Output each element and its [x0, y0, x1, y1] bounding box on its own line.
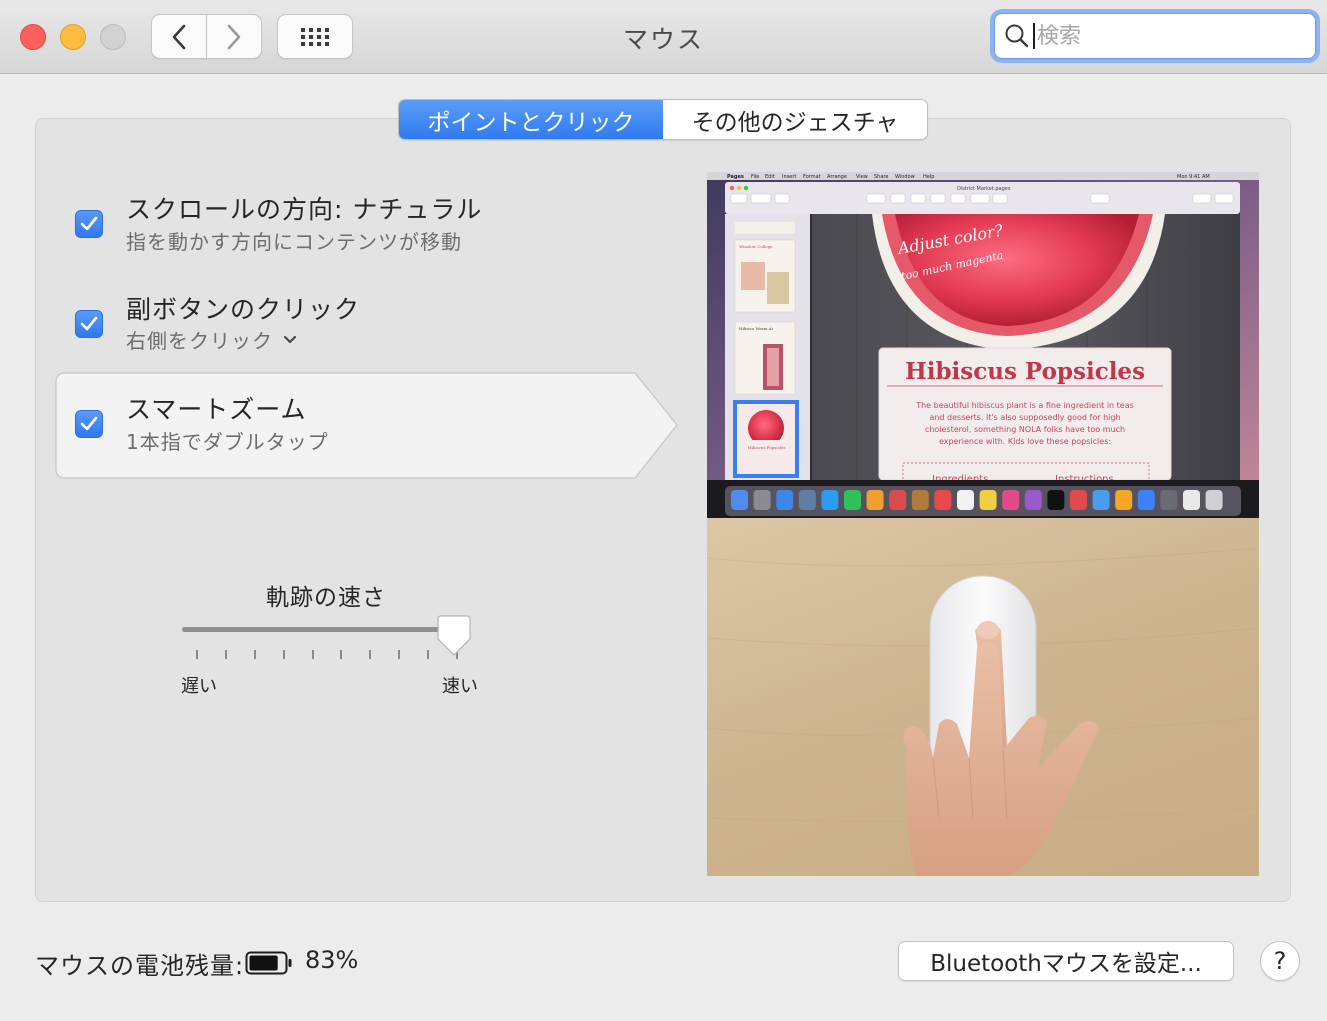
dock-app-icon [1160, 490, 1178, 510]
tracking-speed-tick [253, 650, 256, 659]
preview-screen: Pages File Edit Insert Format Arrange Vi… [707, 172, 1259, 518]
checkmark-icon [80, 316, 98, 331]
tracking-speed-tick [282, 650, 285, 659]
search-icon [1005, 24, 1029, 48]
dock-app-icon [889, 490, 907, 510]
tracking-speed-fill [182, 627, 454, 632]
dock-app-icon [753, 490, 771, 510]
smart-zoom-subtitle: 1本指でダブルタップ [126, 430, 329, 454]
tab-point-and-click[interactable]: ポイントとクリック [399, 100, 663, 139]
dock-app-icon [979, 490, 997, 510]
battery-label: マウスの電池残量: [35, 952, 245, 980]
dock-app-icon [957, 490, 974, 510]
dock-app-icon [1047, 490, 1065, 510]
secondary-click-subtitle: 右側をクリック [126, 329, 273, 353]
setup-bluetooth-mouse-button[interactable]: Bluetoothマウスを設定... [898, 941, 1234, 981]
tracking-speed-max-label: 速い [442, 676, 478, 697]
dock-app-icon [911, 490, 929, 510]
svg-text:Edit: Edit [765, 174, 775, 180]
svg-text:Share: Share [874, 174, 888, 180]
tracking-speed-track[interactable] [182, 627, 468, 632]
svg-text:Hibisco Warm Ai: Hibisco Warm Ai [739, 326, 774, 331]
svg-text:and desserts. It's also suppos: and desserts. It's also supposedly good … [929, 413, 1120, 422]
checkmark-icon [80, 216, 98, 231]
tab-more-gestures[interactable]: その他のジェスチャ [663, 100, 927, 139]
dock-app-icon [1024, 490, 1042, 510]
preview-card-title: Hibiscus Popsicles [905, 358, 1145, 385]
dock-app-icon [1115, 490, 1133, 510]
chevron-down-icon [283, 335, 297, 343]
search-input[interactable] [1037, 23, 1287, 49]
svg-text:Hibiscus Popsicles: Hibiscus Popsicles [748, 445, 786, 450]
dock-app-icon [1070, 490, 1087, 510]
tracking-speed-tick [224, 650, 227, 659]
svg-text:cholesterol, something NOLA fo: cholesterol, something NOLA folks have t… [925, 425, 1125, 434]
svg-text:Arrange: Arrange [827, 174, 847, 180]
tracking-speed-tick [369, 650, 372, 659]
svg-text:District Market.pages: District Market.pages [957, 186, 1011, 192]
search-field[interactable] [990, 9, 1320, 63]
tracking-speed-knob[interactable] [437, 615, 471, 657]
title-bar: マウス [0, 0, 1327, 74]
tracking-speed-tick [196, 650, 198, 659]
svg-text:Format: Format [803, 174, 821, 180]
tracking-speed-tick [398, 650, 401, 659]
dock-app-icon [1092, 490, 1110, 510]
tracking-speed-min-label: 遅い [181, 676, 217, 697]
smart-zoom-title: スマートズーム [126, 395, 307, 424]
tracking-speed-tick [311, 650, 314, 659]
dock-app-icon [866, 490, 884, 510]
svg-text:View: View [856, 174, 868, 180]
svg-text:The beautiful hibiscus plant i: The beautiful hibiscus plant is a fine i… [915, 401, 1134, 410]
dock-app-icon [731, 490, 748, 510]
checkmark-icon [80, 416, 98, 431]
text-caret [1033, 23, 1035, 49]
svg-text:experience with. Kids love the: experience with. Kids love these popsicl… [939, 437, 1111, 446]
preview-menu-app: Pages [727, 174, 744, 180]
tab-bar: ポイントとクリック その他のジェスチャ [398, 99, 928, 140]
tracking-speed-ticks [196, 650, 458, 660]
dock-app-icon [1137, 490, 1155, 510]
gesture-preview: Pages File Edit Insert Format Arrange Vi… [707, 172, 1259, 876]
preview-desk [707, 518, 1259, 876]
scroll-direction-subtitle: 指を動かす方向にコンテンツが移動 [126, 230, 462, 254]
dock-app-icon [844, 490, 861, 510]
dock-app-icon [1183, 490, 1200, 510]
svg-text:File: File [751, 174, 759, 180]
dock-app-icon [1205, 490, 1223, 510]
battery-percent: 83% [305, 946, 359, 974]
scroll-direction-title: スクロールの方向: ナチュラル [126, 195, 483, 224]
tracking-speed-tick [340, 650, 343, 659]
dock-app-icon [776, 490, 794, 510]
tracking-speed-tick [427, 650, 430, 659]
smart-zoom-checkbox[interactable] [75, 410, 103, 438]
help-button[interactable]: ? [1260, 941, 1300, 981]
secondary-click-dropdown[interactable]: 右側をクリック [126, 325, 297, 354]
svg-text:Insert: Insert [782, 174, 796, 180]
svg-text:Mon 9:41 AM: Mon 9:41 AM [1177, 174, 1210, 180]
svg-text:Winslow College: Winslow College [739, 244, 773, 249]
battery-icon [245, 951, 292, 975]
svg-text:Help: Help [923, 174, 934, 180]
secondary-click-title: 副ボタンのクリック [126, 295, 361, 324]
secondary-click-checkbox[interactable] [75, 310, 103, 338]
svg-text:Window: Window [895, 174, 915, 180]
dock-app-icon [821, 490, 839, 510]
dock-app-icon [798, 490, 816, 510]
dock-app-icon [1002, 490, 1020, 510]
scroll-direction-checkbox[interactable] [75, 210, 103, 238]
tracking-speed-label: 軌跡の速さ [266, 585, 386, 611]
dock-app-icon [934, 490, 952, 510]
